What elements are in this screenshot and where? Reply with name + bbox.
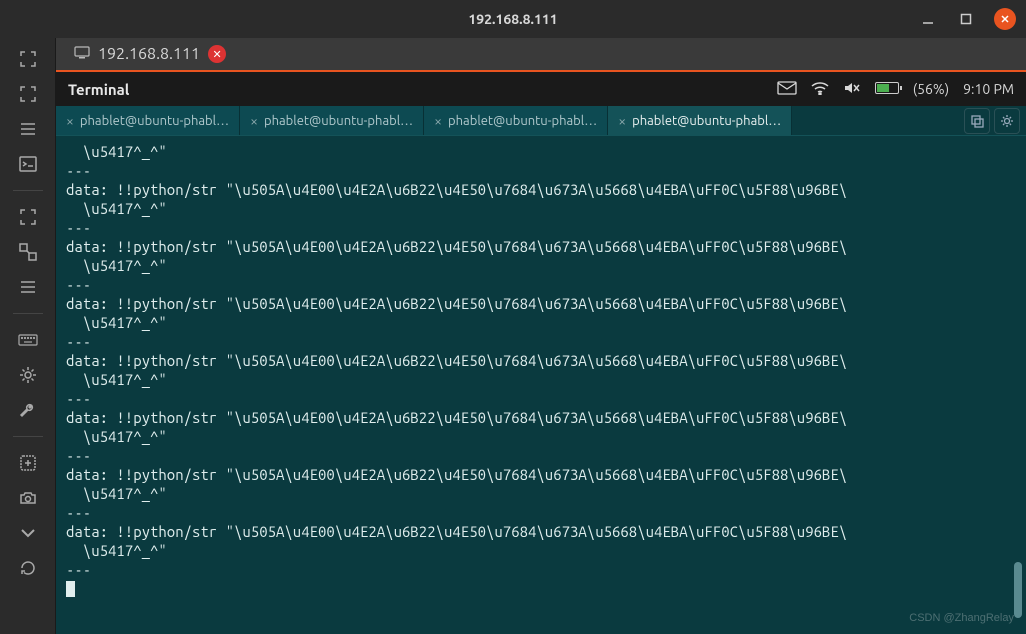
tab-label: phablet@ubuntu-phabl… xyxy=(80,114,229,128)
terminal-tabs: × phablet@ubuntu-phabl… × phablet@ubuntu-p… xyxy=(56,106,1026,136)
sidebar-divider xyxy=(13,313,43,314)
volume-mute-icon[interactable] xyxy=(843,80,861,99)
plus-icon[interactable] xyxy=(17,452,39,474)
wrench-icon[interactable] xyxy=(17,399,39,421)
status-bar: (56%) 9:10 PM xyxy=(777,80,1014,99)
terminal-tab-active[interactable]: × phablet@ubuntu-phabl… xyxy=(608,106,792,135)
keyboard-icon[interactable] xyxy=(17,329,39,351)
fit-icon[interactable] xyxy=(17,83,39,105)
menu-icon[interactable] xyxy=(17,118,39,140)
refresh-icon[interactable] xyxy=(17,557,39,579)
titlebar: 192.168.8.111 xyxy=(0,0,1026,38)
terminal-lines: \u5417^_^" --- data: !!python/str "\u505… xyxy=(66,142,1016,579)
fullscreen-icon[interactable] xyxy=(17,48,39,70)
cursor xyxy=(66,581,75,597)
close-connection-icon[interactable]: ✕ xyxy=(208,45,226,63)
settings-icon[interactable] xyxy=(994,108,1020,134)
copy-icon[interactable] xyxy=(964,108,990,134)
tab-close-icon[interactable]: × xyxy=(250,113,258,129)
terminal-icon[interactable] xyxy=(17,153,39,175)
watermark: CSDN @ZhangRelay xyxy=(909,609,1014,628)
scrollbar-thumb[interactable] xyxy=(1014,562,1022,618)
connection-tab[interactable]: 192.168.8.111 ✕ xyxy=(64,45,236,63)
panel-header: Terminal (56%) 9:10 PM xyxy=(56,72,1026,106)
terminal-tab[interactable]: × phablet@ubuntu-phabl… xyxy=(240,106,424,135)
app-window: 192.168.8.111 xyxy=(0,0,1026,634)
battery-icon xyxy=(875,81,899,97)
maximize-button[interactable] xyxy=(956,9,976,29)
battery-percent: (56%) xyxy=(913,81,949,97)
tab-label: phablet@ubuntu-phabl… xyxy=(448,114,597,128)
window-controls xyxy=(918,8,1016,30)
main-area: 192.168.8.111 ✕ Terminal (56%) 9:10 PM ×… xyxy=(0,38,1026,634)
sidebar-divider xyxy=(13,190,43,191)
connection-tab-label: 192.168.8.111 xyxy=(98,45,200,63)
tab-close-icon[interactable]: × xyxy=(66,113,74,129)
tab-label: phablet@ubuntu-phabl… xyxy=(632,114,781,128)
chevron-down-icon[interactable] xyxy=(17,522,39,544)
panel-title: Terminal xyxy=(68,81,129,98)
terminal-output[interactable]: \u5417^_^" --- data: !!python/str "\u505… xyxy=(56,136,1026,634)
connection-icon xyxy=(74,45,90,63)
tab-toolbar xyxy=(958,106,1026,135)
content-area: 192.168.8.111 ✕ Terminal (56%) 9:10 PM ×… xyxy=(56,38,1026,634)
mail-icon[interactable] xyxy=(777,81,797,98)
scale-icon[interactable] xyxy=(17,241,39,263)
list-icon[interactable] xyxy=(17,276,39,298)
camera-icon[interactable] xyxy=(17,487,39,509)
tab-close-icon[interactable]: × xyxy=(618,113,626,129)
connection-tabbar: 192.168.8.111 ✕ xyxy=(56,38,1026,72)
sidebar-divider xyxy=(13,436,43,437)
left-sidebar xyxy=(0,38,56,634)
clock-time: 9:10 PM xyxy=(963,81,1014,97)
wifi-icon[interactable] xyxy=(811,81,829,98)
minimize-button[interactable] xyxy=(918,9,938,29)
close-button[interactable] xyxy=(994,8,1016,30)
tab-label: phablet@ubuntu-phabl… xyxy=(264,114,413,128)
gear-icon[interactable] xyxy=(17,364,39,386)
terminal-tab[interactable]: × phablet@ubuntu-phabl… xyxy=(424,106,608,135)
expand-icon[interactable] xyxy=(17,206,39,228)
terminal-tab[interactable]: × phablet@ubuntu-phabl… xyxy=(56,106,240,135)
tab-close-icon[interactable]: × xyxy=(434,113,442,129)
window-title: 192.168.8.111 xyxy=(468,11,557,27)
